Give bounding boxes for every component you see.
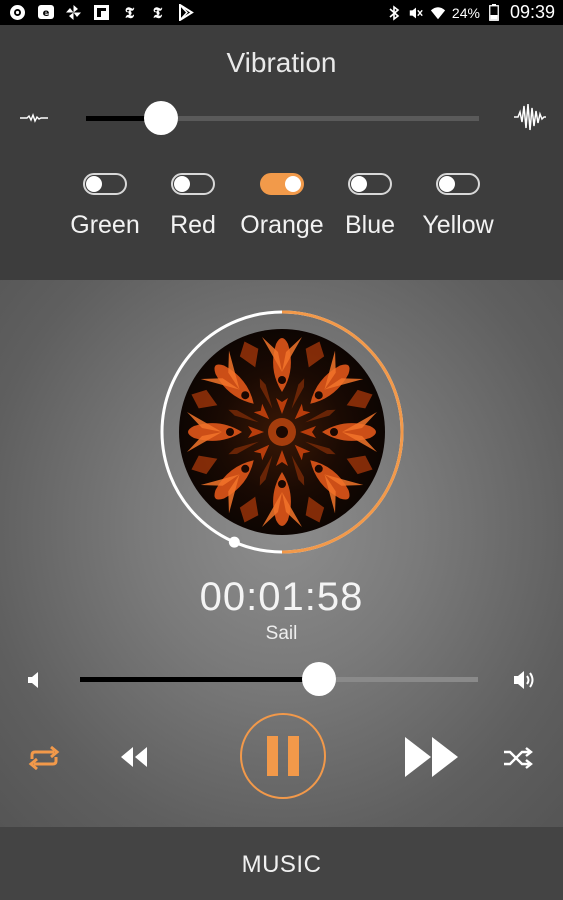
volume-slider-fill [80,677,319,682]
status-bar: e 𝕿 𝕿 24% 09:39 [0,0,563,25]
fast-forward-button[interactable] [400,730,464,784]
track-title: Sail [265,623,298,644]
nyt-icon: 𝕿 [124,3,135,22]
volume-slider-thumb[interactable] [301,662,336,696]
system-icons: 24% 09:39 [386,2,555,23]
elapsed-time: 00:01:58 [199,575,364,619]
green-label: Green [70,211,140,239]
yellow-switch[interactable] [436,173,480,195]
fast-forward-icon [405,737,458,777]
battery-percent: 24% [451,4,480,21]
wifi-icon [430,5,446,21]
repeat-icon [28,746,60,770]
battery-icon [486,4,502,21]
notification-icons: e 𝕿 𝕿 [8,3,195,22]
color-option-red: Red [143,173,243,240]
mute-icon [408,5,424,21]
camera-icon [8,3,27,22]
vibration-title: Vibration [226,47,337,78]
clock: 09:39 [509,2,555,22]
bluetooth-icon [386,4,402,21]
color-option-green: Green [55,173,155,240]
color-toggles: Green Red Orange Blue Yellow [0,173,563,243]
rewind-icon [121,747,147,767]
rewind-button[interactable] [114,742,152,772]
repeat-button[interactable] [24,743,64,773]
orange-switch[interactable] [260,173,304,195]
low-vibration-icon [20,112,48,123]
music-tab-label[interactable]: MUSIC [0,851,563,879]
svg-text:e: e [42,8,49,19]
album-art-progress[interactable] [155,305,409,559]
blue-label: Blue [344,211,396,239]
vibration-slider-thumb[interactable] [143,101,178,135]
music-player: 00:01:58 Sail [0,280,563,827]
red-switch[interactable] [171,173,215,195]
green-switch[interactable] [83,173,127,195]
yellow-label: Yellow [422,211,494,239]
album-art [179,329,385,535]
vibration-panel: Vibration Green Red Orange Blue Yellow [0,25,563,280]
flipboard-icon [92,3,111,22]
color-option-yellow: Yellow [408,173,508,240]
color-option-orange: Orange [232,173,332,240]
volume-high-icon [514,671,534,689]
blue-switch[interactable] [348,173,392,195]
nyt-icon: 𝕿 [152,3,163,22]
volume-slider-track[interactable] [80,677,478,682]
pause-icon [267,736,299,776]
chat-icon: e [36,3,55,22]
pause-button[interactable] [240,713,326,799]
color-option-blue: Blue [320,173,420,240]
volume-low-icon [28,672,38,688]
bottom-nav[interactable]: MUSIC [0,827,563,900]
high-vibration-icon [514,103,546,131]
shuffle-button[interactable] [500,744,536,772]
play-store-icon [176,3,195,22]
red-label: Red [170,211,216,239]
progress-ring-thumb[interactable] [228,536,240,548]
orange-label: Orange [240,211,324,239]
pinwheel-icon [64,3,83,22]
shuffle-icon [504,747,533,769]
